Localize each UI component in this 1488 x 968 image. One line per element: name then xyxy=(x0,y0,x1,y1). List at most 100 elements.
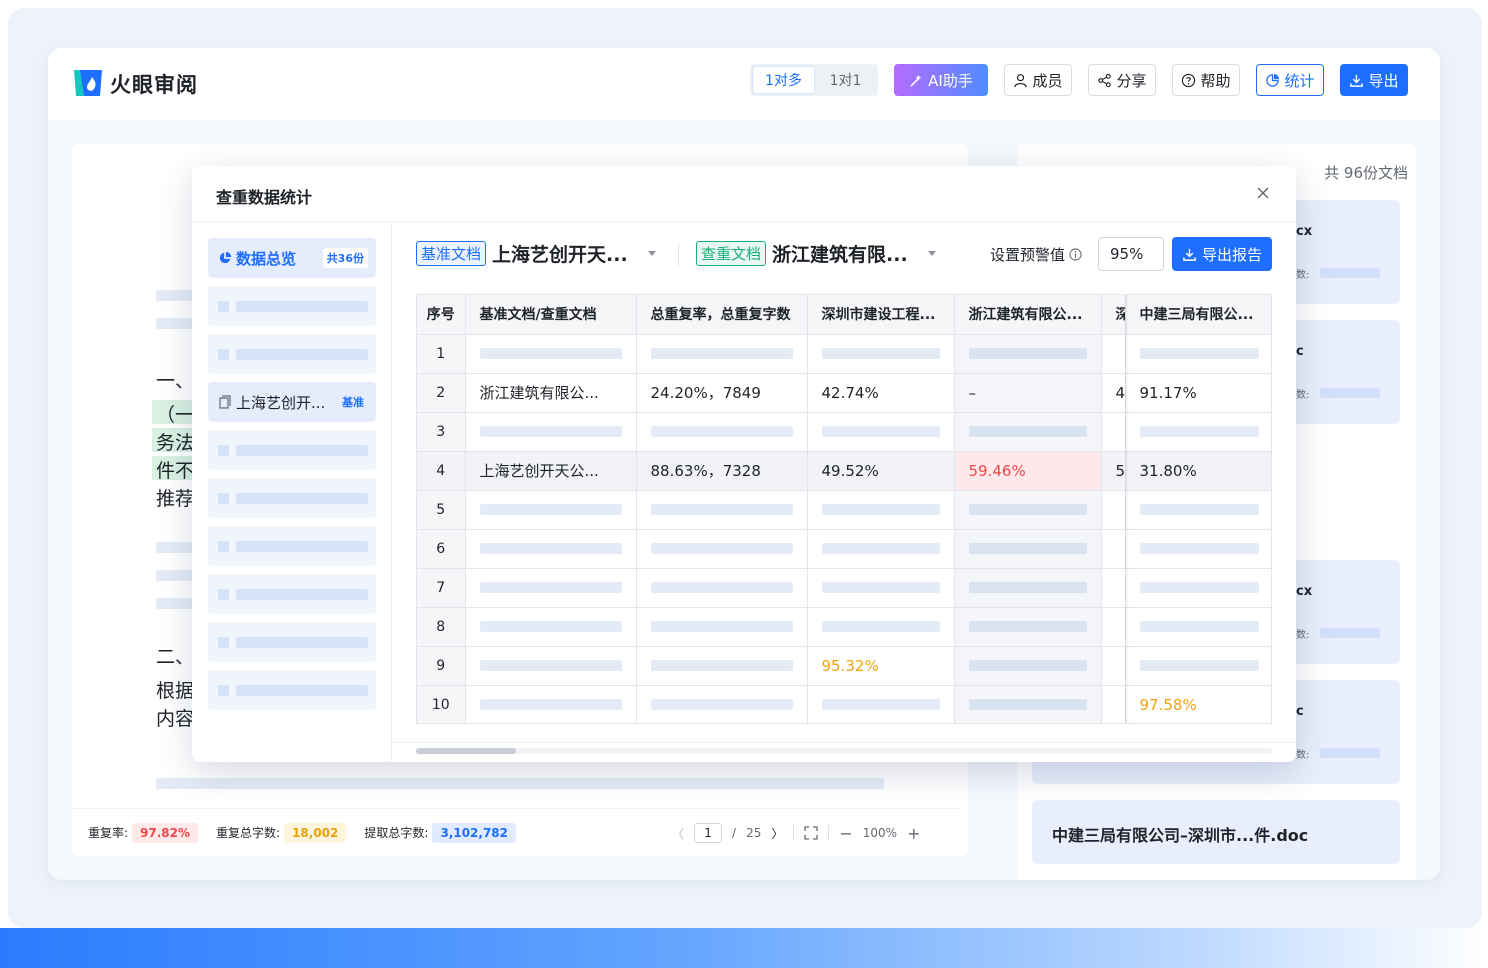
sidebar-item-placeholder[interactable] xyxy=(208,670,376,710)
modal-header: 查重数据统计 xyxy=(192,166,1296,222)
table-cell-c1 xyxy=(807,568,955,608)
document-card-last[interactable]: 中建三局有限公司–深圳市...件.doc xyxy=(1032,800,1400,864)
table-cell-total xyxy=(636,646,808,686)
export-button[interactable]: 导出 xyxy=(1340,64,1408,96)
table-cell-c3 xyxy=(1101,412,1126,452)
col-header-doc-b[interactable]: 浙江建筑有限公... xyxy=(954,295,1102,335)
export-report-button[interactable]: 导出报告 xyxy=(1172,237,1272,271)
table-cell-c2 xyxy=(954,685,1102,723)
table-row[interactable]: 10 97.58% xyxy=(417,685,1271,723)
mode-one-to-one[interactable]: 1对1 xyxy=(815,66,876,94)
top-header: 火眼审阅 1对多 1对1 AI助手 成员 分享 帮助 统计 导出 xyxy=(48,48,1440,120)
divider xyxy=(828,825,830,841)
col-header-doc-a[interactable]: 深圳市建设工程... xyxy=(807,295,955,335)
row-index: 6 xyxy=(417,529,466,569)
row-index: 5 xyxy=(417,490,466,530)
table-cell-c4 xyxy=(1125,412,1271,452)
prev-page-icon[interactable]: 〈 xyxy=(672,825,684,842)
help-button[interactable]: 帮助 xyxy=(1172,64,1240,96)
table-cell-name xyxy=(465,334,637,374)
members-button[interactable]: 成员 xyxy=(1004,64,1072,96)
table-row[interactable]: 9 95.32% xyxy=(417,646,1271,686)
info-icon[interactable] xyxy=(1069,248,1082,261)
col-header-doc-c[interactable]: 深 xyxy=(1101,295,1126,335)
sidebar-item-placeholder[interactable] xyxy=(208,334,376,374)
table-cell-total xyxy=(636,412,808,452)
cell-placeholder xyxy=(968,426,1087,437)
export-report-label: 导出报告 xyxy=(1201,245,1262,264)
table-row[interactable]: 6 xyxy=(417,529,1271,569)
text-placeholder xyxy=(156,778,884,789)
frozen-column-shadow xyxy=(1125,295,1129,723)
table-cell-c2 xyxy=(954,568,1102,608)
page-input[interactable]: 1 xyxy=(694,823,723,843)
compare-doc-selector[interactable]: 查重文档 浙江建筑有限... xyxy=(696,240,936,267)
sidebar-item-overview[interactable]: 数据总览 共36份 xyxy=(208,238,376,278)
sidebar-item-placeholder[interactable] xyxy=(208,622,376,662)
card-title-fragment: cx xyxy=(1296,224,1313,239)
close-icon[interactable] xyxy=(1256,186,1270,200)
compare-mode-toggle[interactable]: 1对多 1对1 xyxy=(750,64,878,96)
table-cell-c3 xyxy=(1101,607,1126,647)
card-sub-label: 数: xyxy=(1296,390,1310,401)
pagination: 〈 1 / 25 〉 − 100% + xyxy=(672,823,920,843)
mode-one-to-many[interactable]: 1对多 xyxy=(752,66,815,94)
table-cell-c4 xyxy=(1125,529,1271,569)
sidebar-item-base-doc[interactable]: 上海艺创开... 基准 xyxy=(208,382,376,422)
ai-assistant-button[interactable]: AI助手 xyxy=(894,64,988,96)
table-row[interactable]: 5 xyxy=(417,490,1271,530)
zoom-out-icon[interactable]: − xyxy=(839,824,852,843)
duplicate-stats-table: 序号 基准文档/查重文档 总重复率，总重复字数 深圳市建设工程... 浙江建筑有… xyxy=(416,294,1272,724)
cell-placeholder xyxy=(479,660,622,671)
fullscreen-icon[interactable] xyxy=(804,826,819,840)
cell-placeholder xyxy=(821,543,940,554)
share-button[interactable]: 分享 xyxy=(1088,64,1156,96)
col-header-doc-d[interactable]: 中建三局有限公... xyxy=(1125,295,1271,335)
table-cell-c2: 59.46% xyxy=(954,451,1102,491)
table-row[interactable]: 3 xyxy=(417,412,1271,452)
sidebar-item-placeholder[interactable] xyxy=(208,286,376,326)
table-cell-c3 xyxy=(1101,568,1126,608)
cell-placeholder xyxy=(968,504,1087,515)
doc-line: 务法 xyxy=(156,432,195,454)
zoom-in-icon[interactable]: + xyxy=(907,824,920,843)
scrollbar-thumb[interactable] xyxy=(416,748,516,754)
card-title-fragment: c xyxy=(1296,704,1304,719)
table-cell-total xyxy=(636,568,808,608)
total-words-value: 3,102,782 xyxy=(432,822,517,843)
sidebar-item-placeholder[interactable] xyxy=(208,478,376,518)
duplicate-words-label: 重复总字数: xyxy=(216,826,281,840)
doc-line: 件不 xyxy=(156,460,195,482)
table-cell-c1 xyxy=(807,529,955,569)
table-row[interactable]: 1 xyxy=(417,334,1271,374)
pie-chart-icon xyxy=(219,251,232,264)
table-cell-c4 xyxy=(1125,334,1271,374)
table-row[interactable]: 8 xyxy=(417,607,1271,647)
sidebar-item-placeholder[interactable] xyxy=(208,430,376,470)
compare-doc-name: 浙江建筑有限... xyxy=(772,244,908,266)
table-row[interactable]: 7 xyxy=(417,568,1271,608)
base-doc-selector[interactable]: 基准文档 上海艺创开天... xyxy=(416,240,656,267)
compare-doc-tag: 查重文档 xyxy=(696,241,767,266)
cell-placeholder xyxy=(821,699,940,710)
sidebar-item-placeholder[interactable] xyxy=(208,526,376,566)
warning-threshold-label: 设置预警值 xyxy=(990,244,1082,265)
help-icon xyxy=(1182,73,1196,87)
horizontal-scrollbar[interactable] xyxy=(416,748,1272,754)
cell-placeholder xyxy=(650,504,793,515)
total-words: 提取总字数: 3,102,782 xyxy=(364,822,517,843)
table-cell-c2 xyxy=(954,412,1102,452)
next-page-icon[interactable]: 〉 xyxy=(771,825,783,842)
statistics-button[interactable]: 统计 xyxy=(1256,64,1324,96)
duplicate-words: 重复总字数: 18,002 xyxy=(216,822,347,843)
logo-text: 火眼审阅 xyxy=(110,73,198,97)
row-index: 10 xyxy=(417,685,466,723)
table-cell-total: 24.20%，7849 xyxy=(636,373,808,413)
table-row[interactable]: 2 浙江建筑有限公... 24.20%，7849 42.74% –4 91.17% xyxy=(417,373,1271,413)
warning-threshold-input[interactable]: 95% xyxy=(1098,237,1164,271)
app-logo[interactable]: 火眼审阅 xyxy=(72,68,198,100)
cell-placeholder xyxy=(821,426,940,437)
statistics-label: 统计 xyxy=(1284,71,1315,90)
table-row[interactable]: 4 上海艺创开天公... 88.63%，7328 49.52% 59.46% 5 31.80… xyxy=(417,451,1271,491)
sidebar-item-placeholder[interactable] xyxy=(208,574,376,614)
